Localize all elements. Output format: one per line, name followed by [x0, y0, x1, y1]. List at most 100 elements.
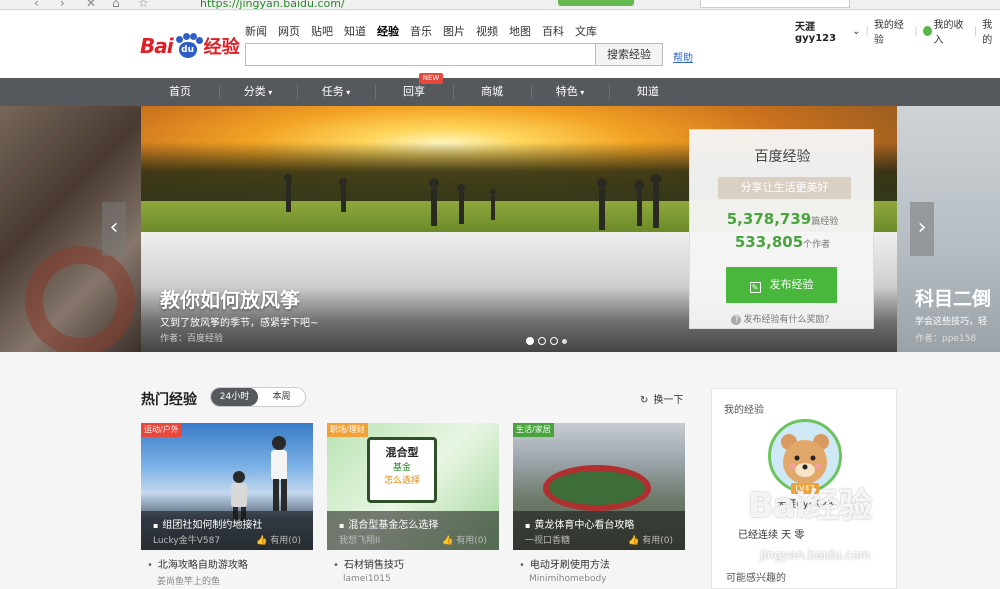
fund-sign: 混合型 基金 怎么选择 — [367, 437, 437, 503]
tab-week[interactable]: 本周 — [258, 388, 305, 406]
product-tab[interactable]: 音乐 — [410, 23, 432, 39]
paw-icon: du — [174, 33, 203, 59]
user-bar: 天涯gyy123 ⌄ | 我的经验 | 我的收入 | 我的 — [795, 16, 1000, 46]
home-icon[interactable]: ⌂ — [112, 0, 120, 9]
stats-panel: 百度经验 分享让生活更美好 5,378,739篇经验 533,805个作者 ✎ 发… — [689, 129, 874, 329]
card-caption: 黄龙体育中心看台攻略 一视口香糖 👍 有用(0) — [513, 511, 685, 550]
nav-item[interactable]: 任务 ▾ — [297, 78, 375, 106]
nav-divider — [453, 85, 454, 99]
product-tab[interactable]: 图片 — [443, 23, 465, 39]
hot-section-title: 热门经验 — [141, 392, 197, 408]
my-experience-link[interactable]: 我的经验 — [874, 16, 909, 46]
carousel-next-button[interactable]: › — [910, 202, 934, 256]
product-tab[interactable]: 贴吧 — [311, 23, 333, 39]
product-tab[interactable]: 文库 — [575, 23, 597, 39]
list-item-author: lamei1015 — [343, 574, 391, 584]
next-slide-author: 作者：ppe158 — [915, 334, 977, 344]
next-slide-subtitle: 学会这些技巧，轻 — [915, 317, 988, 327]
hot-card[interactable]: 混合型 基金 怎么选择 职场/理财 混合型基金怎么选择 我想飞翔II 👍 有用(… — [327, 423, 499, 550]
product-tab[interactable]: 经验 — [377, 23, 399, 39]
nav-divider — [531, 85, 532, 99]
card-caption: 混合型基金怎么选择 我想飞翔II 👍 有用(0) — [327, 511, 499, 550]
search-input[interactable] — [245, 43, 596, 66]
help-link[interactable]: 帮助 — [673, 49, 693, 64]
list-item-title[interactable]: 石材销售技巧 — [333, 556, 499, 571]
list-item-title[interactable]: 北海攻略自助游攻略 — [147, 556, 313, 571]
browser-toolbar: ‹ › ✕ ⌂ ☆ https://jingyan.baidu.com/ — [0, 0, 1000, 10]
nav-item[interactable]: 知道 — [609, 78, 687, 106]
product-tab[interactable]: 百科 — [542, 23, 564, 39]
carousel-dots — [526, 337, 567, 345]
watermark-logo: Bai经验 — [748, 486, 873, 526]
nav-item[interactable]: 特色 ▾ — [531, 78, 609, 106]
nav-item-label: 特色 — [555, 85, 578, 98]
my-panel-title: 我的经验 — [724, 405, 764, 416]
nav-item-label: 任务 — [321, 85, 344, 98]
chevron-down-icon: ▾ — [577, 88, 585, 97]
back-icon[interactable]: ‹ — [34, 0, 39, 9]
address-bar[interactable]: https://jingyan.baidu.com/ — [200, 0, 345, 9]
main-nav: 首页 分类 ▾ 任务 ▾ 回享 商城 特色 ▾ 知道 — [0, 78, 1000, 106]
carousel-dot[interactable] — [526, 337, 534, 345]
product-tab[interactable]: 新闻 — [245, 23, 267, 39]
nav-item-label: 首页 — [169, 85, 191, 98]
list-item-title[interactable]: 电动牙刷使用方法 — [519, 556, 685, 571]
hero-subtitle: 又到了放风筝的季节，感紧学下吧~ — [160, 318, 319, 329]
chevron-down-icon: ▾ — [265, 88, 273, 97]
my-income-link[interactable]: 我的收入 — [934, 16, 969, 46]
product-tab[interactable]: 视频 — [476, 23, 498, 39]
publish-experience-button[interactable]: ✎ 发布经验 — [726, 267, 837, 303]
tab-24h[interactable]: 24小时 — [211, 388, 258, 406]
question-icon: ? — [731, 315, 742, 325]
hero-author: 作者：百度经验 — [160, 334, 224, 344]
nav-item[interactable]: 首页 — [141, 78, 219, 106]
card-category-tag: 生活/家居 — [513, 423, 554, 437]
carousel-dot[interactable] — [538, 337, 546, 345]
list-item[interactable]: 北海攻略自助游攻略 姜尚鱼竿上的鱼 — [141, 556, 313, 587]
watermark-url: jingyan.baidu.com — [760, 548, 871, 562]
chevron-down-icon: ▾ — [343, 88, 351, 97]
coin-icon — [922, 26, 932, 36]
carousel-dot[interactable] — [562, 339, 567, 344]
next-slide-title: 科目二倒 — [915, 288, 992, 310]
hot-card[interactable]: 运动/户外 组团社如何制约地接社 Lucky金牛V587 👍 有用(0) — [141, 423, 313, 550]
card-title[interactable]: 混合型基金怎么选择 — [339, 516, 438, 531]
hero-title[interactable]: 教你如何放风筝 — [160, 284, 300, 313]
product-tab[interactable]: 网页 — [278, 23, 300, 39]
list-item[interactable]: 石材销售技巧 lamei1015 — [327, 556, 499, 584]
list-item[interactable]: 电动牙刷使用方法 Minimihomebody — [513, 556, 685, 584]
refresh-icon: ↻ — [640, 395, 649, 406]
product-tab[interactable]: 地图 — [509, 23, 531, 39]
carousel-prev-button[interactable]: ‹ — [102, 202, 126, 256]
close-icon[interactable]: ✕ — [86, 0, 96, 9]
nav-divider — [375, 85, 376, 99]
card-title[interactable]: 黄龙体育中心看台攻略 — [525, 516, 634, 531]
logo-text-left: Bai — [140, 34, 174, 58]
star-icon[interactable]: ☆ — [138, 0, 149, 9]
new-badge: NEW — [419, 73, 443, 84]
baidu-jingyan-logo[interactable]: Bai du 经验 — [140, 30, 240, 62]
list-item-author: 姜尚鱼竿上的鱼 — [157, 577, 221, 587]
nav-item[interactable]: 分类 ▾ — [219, 78, 297, 106]
carousel-dot[interactable] — [550, 337, 558, 345]
chevron-down-icon[interactable]: ⌄ — [852, 26, 860, 37]
thumb-icon: 👍 — [256, 536, 268, 546]
card-caption: 组团社如何制约地接社 Lucky金牛V587 👍 有用(0) — [141, 511, 313, 550]
username-link[interactable]: 天涯gyy123 — [795, 18, 849, 44]
product-tab[interactable]: 知道 — [344, 23, 366, 39]
card-author: 一视口香糖 — [525, 536, 571, 546]
nav-divider — [609, 85, 610, 99]
nav-item-label: 回享 — [403, 85, 425, 98]
reward-link[interactable]: ? 发布经验有什么奖励？ — [690, 312, 875, 325]
my-more-link[interactable]: 我的 — [982, 16, 1000, 46]
card-title[interactable]: 组团社如何制约地接社 — [153, 516, 262, 531]
nav-item[interactable]: 商城 — [453, 78, 531, 106]
forward-icon[interactable]: › — [60, 0, 65, 9]
refresh-button[interactable]: ↻ 换一下 — [640, 391, 683, 406]
slogan-ribbon: 分享让生活更美好 — [718, 177, 851, 199]
card-likes: 👍 有用(0) — [628, 536, 673, 546]
author-count: 533,805个作者 — [734, 233, 831, 251]
hot-card[interactable]: 生活/家居 黄龙体育中心看台攻略 一视口香糖 👍 有用(0) — [513, 423, 685, 550]
search-button[interactable]: 搜索经验 — [595, 43, 663, 66]
browser-search-field[interactable] — [700, 0, 850, 8]
